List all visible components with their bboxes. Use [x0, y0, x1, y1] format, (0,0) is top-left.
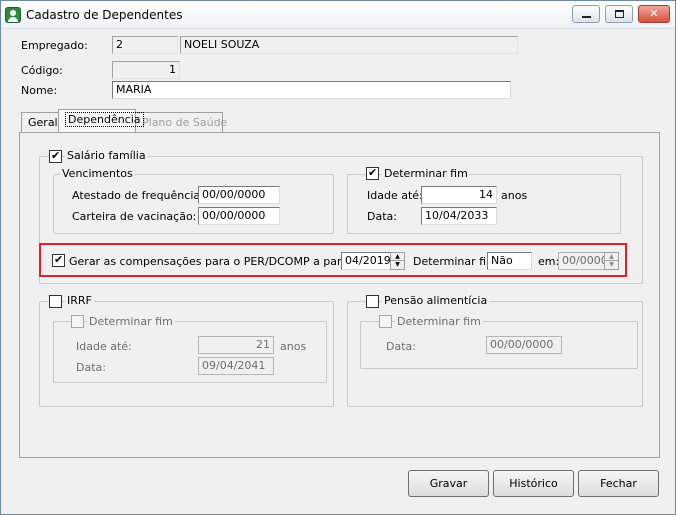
- determinar-fim-checkbox[interactable]: [366, 166, 379, 180]
- tab-dependencia-label: Dependência: [65, 112, 144, 127]
- em-input[interactable]: 00/0000: [558, 252, 605, 270]
- data-label: Data:: [367, 210, 397, 223]
- irrf-data-label: Data:: [76, 361, 106, 374]
- compensacoes-checkbox[interactable]: [52, 253, 65, 267]
- em-label: em:: [538, 255, 560, 268]
- idade-unit-label: anos: [501, 189, 528, 202]
- tab-geral[interactable]: Geral: [21, 112, 59, 132]
- window-title: Cadastro de Dependentes: [26, 8, 183, 22]
- fechar-button[interactable]: Fechar: [578, 470, 659, 497]
- dialog-window: Cadastro de Dependentes ✕ Empregado: 2 N…: [0, 0, 676, 515]
- pensao-determinar-fim-label: Determinar fim: [395, 315, 483, 328]
- irrf-checkbox[interactable]: [49, 295, 62, 308]
- em-spinner[interactable]: ▲ ▼: [604, 252, 619, 270]
- close-button[interactable]: ✕: [638, 5, 670, 23]
- salario-familia-label: Salário família: [65, 149, 148, 162]
- pensao-label: Pensão alimentícia: [382, 294, 490, 307]
- app-user-icon: [5, 7, 21, 23]
- salario-familia-checkbox[interactable]: [49, 149, 62, 163]
- maximize-button[interactable]: [605, 5, 633, 23]
- carteira-label: Carteira de vacinação:: [72, 210, 197, 223]
- compensacoes-date-input[interactable]: 04/2019: [341, 252, 391, 270]
- spin-up-icon[interactable]: ▲: [391, 253, 404, 261]
- pensao-data-input[interactable]: 00/00/0000: [486, 336, 562, 354]
- tab-plano-de-saude[interactable]: Plano de Saúde: [135, 112, 227, 132]
- vencimentos-title: Vencimentos: [60, 167, 135, 180]
- pensao-checkbox[interactable]: [366, 295, 379, 308]
- atestado-input[interactable]: 00/00/0000: [198, 186, 280, 204]
- idade-ate-label: Idade até:: [367, 189, 423, 202]
- irrf-idade-unit: anos: [280, 340, 307, 353]
- pensao-determinar-fim-checkbox[interactable]: [379, 315, 392, 328]
- irrf-idade-input[interactable]: 21: [198, 336, 274, 354]
- compensacoes-label: Gerar as compensações para o PER/DCOMP a…: [69, 255, 375, 268]
- tab-dependencia[interactable]: Dependência: [58, 109, 144, 132]
- idade-ate-input[interactable]: 14: [421, 186, 497, 204]
- irrf-idade-label: Idade até:: [76, 340, 132, 353]
- title-bar: Cadastro de Dependentes ✕: [1, 1, 675, 29]
- spin-down-icon[interactable]: ▼: [391, 261, 404, 269]
- historico-button[interactable]: Histórico: [493, 470, 574, 497]
- carteira-input[interactable]: 00/00/0000: [198, 207, 280, 225]
- determinar-fim-label: Determinar fim: [382, 167, 470, 180]
- minimize-button[interactable]: [572, 5, 600, 23]
- irrf-determinar-fim-label: Determinar fim: [87, 315, 175, 328]
- codigo-label: Código:: [21, 64, 63, 77]
- spin-up-icon[interactable]: ▲: [605, 253, 618, 261]
- gravar-button[interactable]: Gravar: [408, 470, 489, 497]
- pensao-data-label: Data:: [386, 340, 416, 353]
- determinar-fim-compensacoes-input[interactable]: Não: [487, 252, 532, 270]
- empregado-name-field[interactable]: NOELI SOUZA: [180, 36, 518, 54]
- nome-label: Nome:: [21, 84, 58, 97]
- minimize-icon: [582, 16, 591, 18]
- determinar-fim-group: [347, 174, 621, 234]
- irrf-label: IRRF: [65, 294, 94, 307]
- vencimentos-group: [53, 174, 334, 234]
- irrf-data-input[interactable]: 09/04/2041: [198, 357, 274, 375]
- codigo-field[interactable]: 1: [112, 61, 180, 79]
- nome-input[interactable]: MARIA: [112, 81, 511, 99]
- close-icon: ✕: [649, 7, 659, 20]
- maximize-icon: [615, 10, 624, 18]
- compensacoes-date-spinner[interactable]: ▲ ▼: [390, 252, 405, 270]
- empregado-code-field[interactable]: 2: [112, 36, 178, 54]
- data-input[interactable]: 10/04/2033: [421, 207, 497, 225]
- spin-down-icon[interactable]: ▼: [605, 261, 618, 269]
- irrf-determinar-fim-checkbox[interactable]: [71, 315, 84, 328]
- atestado-label: Atestado de frequência:: [72, 189, 204, 202]
- empregado-label: Empregado:: [21, 39, 88, 52]
